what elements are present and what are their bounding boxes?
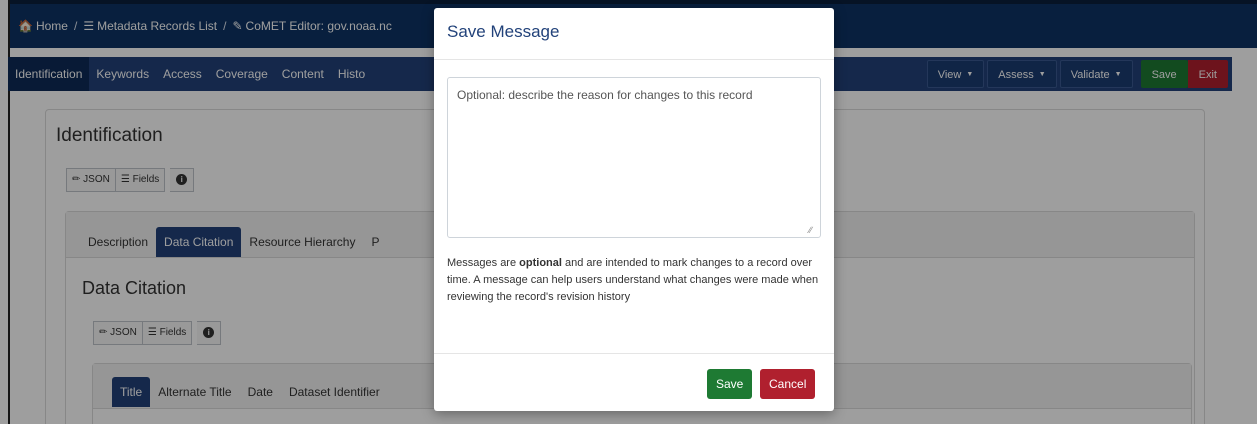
modal-help-text: Messages are optional and are intended t… (447, 255, 819, 306)
modal-title: Save Message (447, 22, 560, 41)
modal-footer: Save Cancel (434, 353, 834, 411)
help-text-start: Messages are (447, 257, 520, 269)
save-message-modal: Save Message ∕∕ Messages are optional an… (434, 8, 834, 411)
modal-save-button[interactable]: Save (707, 369, 753, 399)
resize-grip-icon[interactable]: ∕∕ (809, 225, 812, 235)
modal-header: Save Message (434, 8, 834, 60)
save-message-input[interactable] (447, 77, 821, 238)
help-text-bold: optional (519, 257, 562, 269)
modal-cancel-button[interactable]: Cancel (760, 369, 816, 399)
